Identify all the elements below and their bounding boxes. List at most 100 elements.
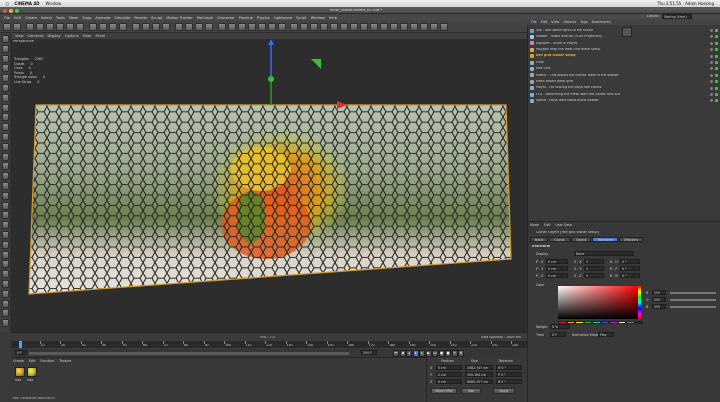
attribute-tab[interactable]: Transform [592, 237, 619, 242]
menu-item[interactable]: Plugins [257, 16, 270, 20]
menu-item[interactable]: Sculpt [151, 16, 162, 20]
toolbar-button[interactable] [350, 23, 358, 31]
visibility-dot-icon[interactable] [710, 41, 713, 45]
rot-field[interactable]: 0 ° [620, 266, 640, 271]
pos-field[interactable]: 0 cm [546, 266, 568, 271]
playback-button-icon[interactable]: ⏮ [393, 349, 399, 357]
visibility-dot-icon[interactable] [710, 99, 713, 103]
left-tool-button[interactable] [2, 54, 9, 63]
menu-item[interactable]: Simulate [114, 16, 130, 20]
toolbar-button[interactable] [3, 23, 11, 31]
color-swatch[interactable] [634, 321, 643, 324]
enabled-check-icon[interactable] [715, 48, 718, 52]
enabled-check-icon[interactable] [715, 99, 718, 103]
left-tool-button[interactable] [2, 289, 9, 298]
rgb-field[interactable]: 255 [652, 297, 666, 302]
material-thumb-2[interactable] [27, 367, 37, 377]
left-tool-button[interactable] [2, 133, 9, 141]
anim-mode-dropdown[interactable]: Play [598, 332, 614, 337]
toolbar-button[interactable] [420, 23, 428, 31]
pos-field[interactable]: 0 cm [546, 273, 568, 278]
left-tool-button[interactable] [2, 240, 9, 249]
enabled-check-icon[interactable] [715, 35, 718, 39]
menu-item[interactable]: MoGraph [197, 16, 213, 20]
menu-item[interactable]: Render [134, 16, 147, 20]
scale-field[interactable]: 1 [584, 259, 604, 264]
color-swatch[interactable] [617, 321, 626, 324]
menu-item[interactable]: Window [311, 16, 325, 20]
menu-item[interactable]: Edit [14, 16, 21, 20]
toolbar-button[interactable] [99, 23, 107, 31]
attribute-tab[interactable]: Object [570, 237, 592, 242]
minimize-icon[interactable] [9, 8, 13, 13]
toolbar-button[interactable] [278, 23, 286, 31]
rot-field[interactable]: 0 ° [620, 259, 640, 264]
toolbar-button[interactable] [248, 23, 256, 31]
coord-size-dropdown[interactable]: Size [461, 388, 481, 394]
color-swatch[interactable] [592, 321, 601, 324]
toolbar-button[interactable] [185, 23, 193, 31]
left-tool-button[interactable] [2, 142, 9, 151]
material-menu-item[interactable]: Texture [59, 359, 71, 363]
toolbar-button[interactable] [142, 23, 150, 31]
enabled-check-icon[interactable] [715, 80, 718, 84]
close-icon[interactable] [3, 8, 7, 13]
left-tool-button[interactable] [2, 260, 9, 269]
rgb-slider[interactable] [670, 299, 716, 301]
menu-item[interactable]: Motion Tracker [166, 16, 192, 20]
toolbar-button[interactable] [410, 23, 418, 31]
color-swatch[interactable] [600, 321, 609, 324]
scale-field[interactable]: 1 [584, 273, 604, 278]
material-menu-item[interactable]: Function [40, 359, 54, 363]
object-row[interactable]: Spline - Polys with stand-alone shader [530, 97, 718, 104]
visibility-dot-icon[interactable] [710, 86, 713, 90]
toolbar-button[interactable] [300, 23, 308, 31]
left-tool-button[interactable] [2, 182, 9, 190]
axis-gizmo[interactable] [268, 39, 347, 109]
viewport[interactable] [11, 39, 527, 332]
toolbar-button[interactable] [152, 23, 160, 31]
menu-item[interactable]: Pipeline [239, 16, 253, 20]
left-tool-button[interactable] [2, 299, 9, 308]
left-tool-button[interactable] [2, 35, 9, 43]
coord-size-field[interactable]: 8080.357 cm [465, 379, 493, 384]
material-menu-item[interactable]: Edit [29, 359, 35, 363]
apple-icon[interactable]:  [6, 1, 8, 6]
toolbar-button[interactable] [370, 23, 378, 31]
material-menu-item[interactable]: Create [13, 359, 24, 363]
object-menu-item[interactable]: Bookmarks [592, 20, 611, 24]
attribute-tab[interactable]: Coord. [549, 237, 570, 242]
toolbar-button[interactable] [340, 23, 348, 31]
object-menu-item[interactable]: Edit [541, 20, 548, 24]
left-tool-button[interactable] [2, 231, 9, 239]
toolbar-button[interactable] [330, 23, 338, 31]
left-tool-button[interactable] [2, 221, 9, 230]
apply-button[interactable]: Apply [493, 388, 515, 394]
left-tool-button[interactable] [2, 191, 9, 200]
toolbar-button[interactable] [238, 23, 246, 31]
enabled-check-icon[interactable] [715, 93, 718, 96]
playback-button-icon[interactable]: ⟳ [451, 349, 458, 357]
playback-button-icon[interactable]: ◂ [406, 349, 412, 357]
object-menu-item[interactable]: Objects [563, 20, 576, 24]
time-field[interactable]: 0 F [550, 332, 566, 337]
left-tool-button[interactable] [2, 123, 9, 132]
viewport-menu-item[interactable]: Cameras [28, 34, 44, 38]
toolbar-button[interactable] [310, 23, 318, 31]
frame-field[interactable]: 0 F [15, 350, 27, 355]
coord-position-field[interactable]: 0 cm [436, 379, 462, 384]
playback-button-icon[interactable]: ▸ [419, 349, 425, 357]
toolbar-button[interactable] [400, 23, 408, 31]
rgb-slider[interactable] [670, 306, 716, 308]
playback-button-icon[interactable]: ⏸ [412, 349, 419, 357]
visibility-dot-icon[interactable] [710, 48, 713, 52]
enabled-check-icon[interactable] [715, 73, 718, 77]
left-tool-button[interactable] [2, 84, 9, 92]
toolbar-button[interactable] [290, 23, 298, 31]
viewport-menu-item[interactable]: Options [65, 34, 79, 38]
coord-rotation-field[interactable]: P 0 ° [496, 372, 522, 377]
object-menu-item[interactable]: File [531, 20, 537, 24]
toolbar-button[interactable] [13, 23, 21, 31]
menu-item[interactable]: Snap [82, 16, 91, 20]
toolbar-button[interactable] [228, 23, 236, 31]
